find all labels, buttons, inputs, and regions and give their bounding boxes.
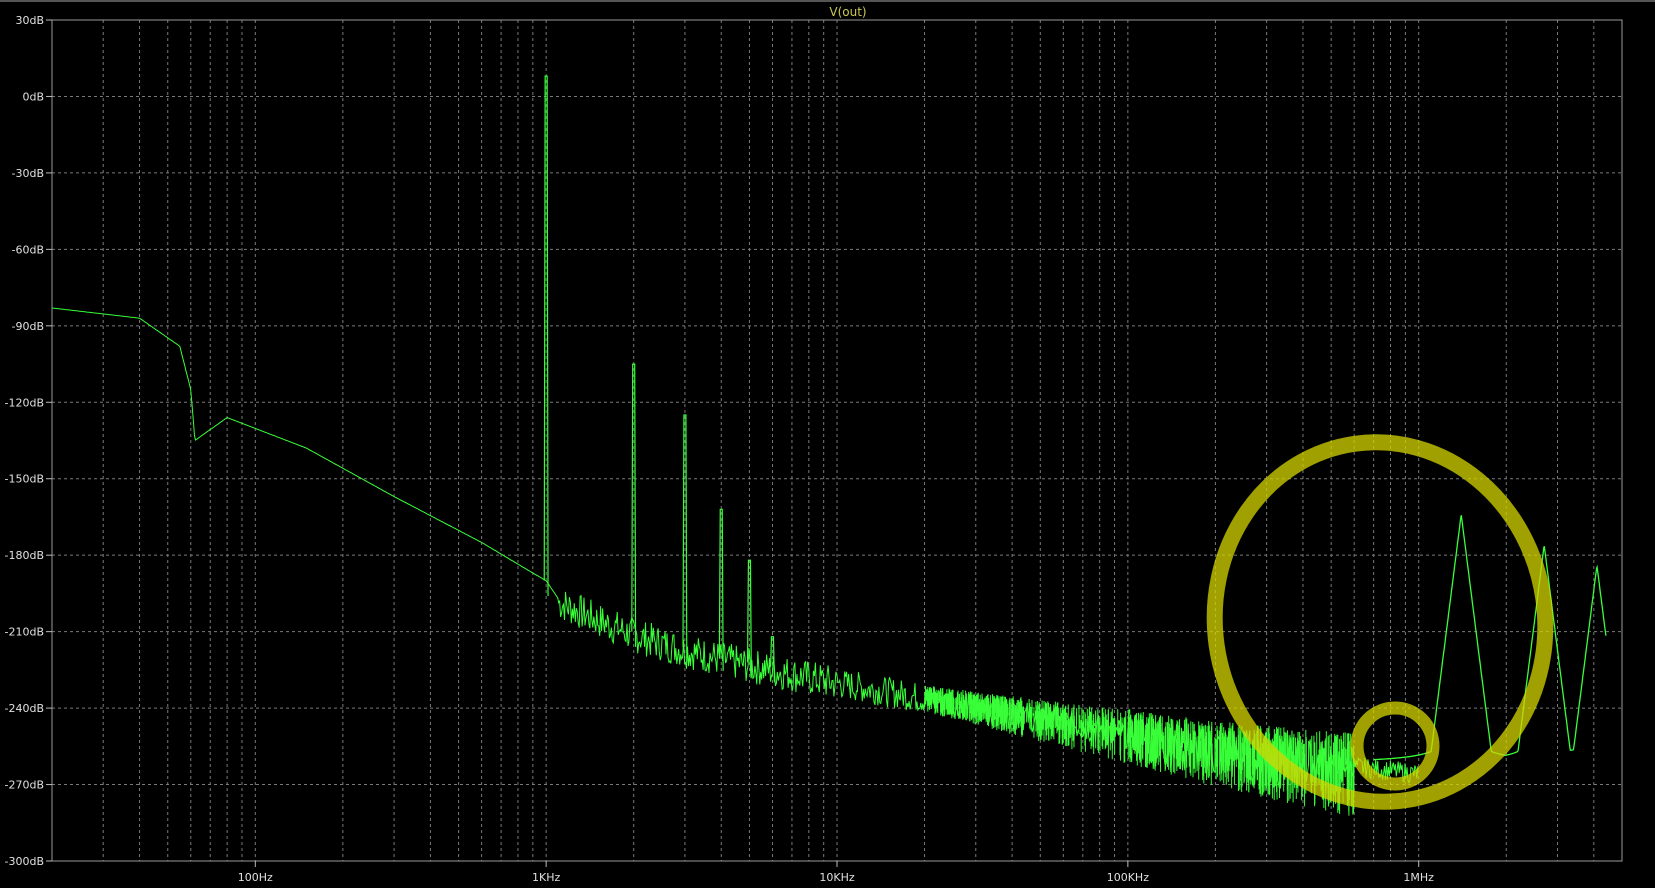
y-tick-label: 0dB [22,90,44,103]
x-tick-label: 100KHz [1107,871,1149,884]
y-tick-label: -90dB [12,320,45,333]
y-tick-label: -300dB [5,855,45,868]
y-tick-label: 30dB [15,14,44,27]
x-tick-label: 100Hz [238,871,273,884]
plot-title[interactable]: V(out) [829,5,866,19]
x-tick-label: 1KHz [532,871,560,884]
y-tick-label: -60dB [12,243,45,256]
y-tick-label: -210dB [5,626,45,639]
plot-window: 30dB 0dB -30dB -60dB -90dB -120dB -150dB -180dB… [0,0,1655,888]
y-tick-label: -270dB [5,779,45,792]
x-tick-label: 10KHz [819,871,854,884]
y-tick-label: -120dB [5,396,45,409]
y-tick-label: -240dB [5,702,45,715]
waveform-plot[interactable]: 30dB 0dB -30dB -60dB -90dB -120dB -150dB -180dB… [0,0,1655,888]
y-tick-label: -180dB [5,549,45,562]
y-tick-label: -150dB [5,473,45,486]
x-tick-label: 1MHz [1403,871,1434,884]
y-tick-label: -30dB [12,167,45,180]
